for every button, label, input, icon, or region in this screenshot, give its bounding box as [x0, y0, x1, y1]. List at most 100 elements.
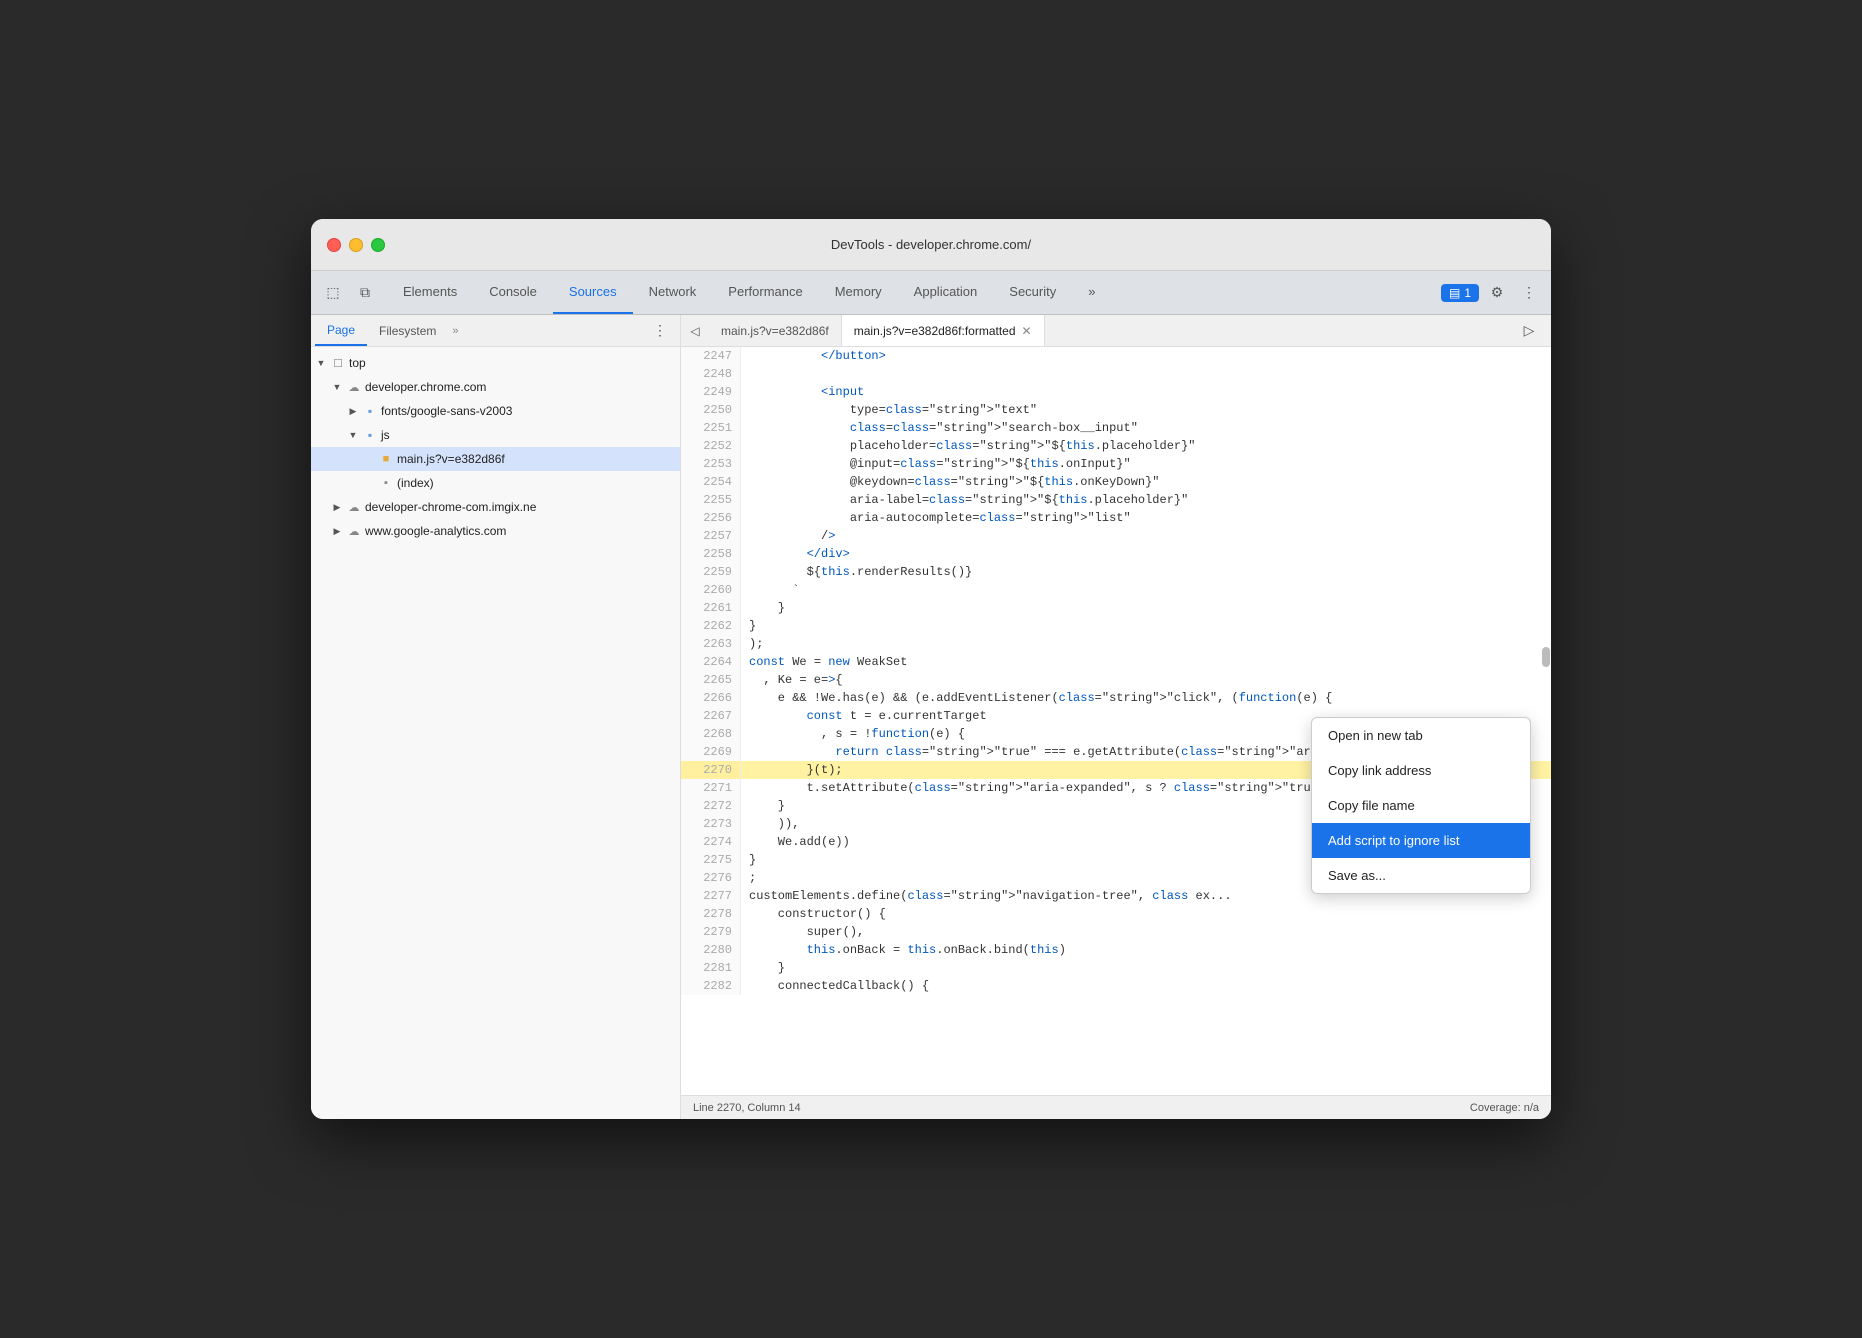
line-number: 2271: [681, 779, 741, 797]
editor-tab-main-js-formatted[interactable]: main.js?v=e382d86f:formatted ✕: [842, 315, 1045, 346]
tab-elements[interactable]: Elements: [387, 271, 473, 314]
line-code: }: [741, 617, 1551, 635]
line-number: 2248: [681, 365, 741, 383]
tree-label-fonts: fonts/google-sans-v2003: [381, 404, 512, 418]
line-number: 2255: [681, 491, 741, 509]
tree-item-js[interactable]: ▼ ▪ js: [311, 423, 680, 447]
tree-item-imgix[interactable]: ▶ ☁ developer-chrome-com.imgix.ne: [311, 495, 680, 519]
toggle-developer-chrome[interactable]: ▼: [331, 381, 343, 393]
line-number: 2257: [681, 527, 741, 545]
tab-application[interactable]: Application: [898, 271, 994, 314]
tree-label-developer-chrome: developer.chrome.com: [365, 380, 486, 394]
minimize-button[interactable]: [349, 238, 363, 252]
tab-security[interactable]: Security: [993, 271, 1072, 314]
tree-item-top[interactable]: ▼ ☐ top: [311, 351, 680, 375]
line-code: aria-autocomplete=class="string">"list": [741, 509, 1551, 527]
line-code: [741, 365, 1551, 383]
line-number: 2264: [681, 653, 741, 671]
line-code: @keydown=class="string">"${this.onKeyDow…: [741, 473, 1551, 491]
editor-tab-main-js-raw[interactable]: main.js?v=e382d86f: [709, 315, 842, 346]
toggle-fonts[interactable]: ▶: [347, 405, 359, 417]
line-number: 2249: [681, 383, 741, 401]
close-button[interactable]: [327, 238, 341, 252]
line-code: class=class="string">"search-box__input": [741, 419, 1551, 437]
line-number: 2258: [681, 545, 741, 563]
toggle-ga[interactable]: ▶: [331, 525, 343, 537]
toggle-imgix[interactable]: ▶: [331, 501, 343, 513]
settings-icon[interactable]: ⚙: [1483, 279, 1511, 307]
line-code: e && !We.has(e) && (e.addEventListener(c…: [741, 689, 1551, 707]
line-code: @input=class="string">"${this.onInput}": [741, 455, 1551, 473]
line-code: </button>: [741, 347, 1551, 365]
line-number: 2270: [681, 761, 741, 779]
inspect-icon[interactable]: ⬚: [319, 279, 347, 307]
tab-network[interactable]: Network: [633, 271, 713, 314]
tree-label-main-js: main.js?v=e382d86f: [397, 452, 505, 466]
context-menu-copy-filename[interactable]: Copy file name: [1312, 788, 1530, 823]
line-code: }: [741, 599, 1551, 617]
line-number: 2253: [681, 455, 741, 473]
device-icon[interactable]: ⧉: [351, 279, 379, 307]
tree-item-developer-chrome-com[interactable]: ▼ ☁ developer.chrome.com: [311, 375, 680, 399]
console-badge[interactable]: ▤ 1: [1441, 284, 1479, 302]
line-number: 2281: [681, 959, 741, 977]
titlebar: DevTools - developer.chrome.com/: [311, 219, 1551, 271]
line-number: 2273: [681, 815, 741, 833]
line-code: type=class="string">"text": [741, 401, 1551, 419]
toggle-top[interactable]: ▼: [315, 357, 327, 369]
tree-label-top: top: [349, 356, 366, 370]
toggle-main-js: [363, 453, 375, 465]
tab-more[interactable]: »: [1072, 271, 1111, 314]
line-code: this.onBack = this.onBack.bind(this): [741, 941, 1551, 959]
status-position: Line 2270, Column 14: [693, 1102, 801, 1114]
line-number: 2280: [681, 941, 741, 959]
tab-console[interactable]: Console: [473, 271, 553, 314]
tab-memory[interactable]: Memory: [819, 271, 898, 314]
line-number: 2254: [681, 473, 741, 491]
sidebar-tab-page[interactable]: Page: [315, 315, 367, 346]
line-number: 2272: [681, 797, 741, 815]
collapse-icon[interactable]: ▷: [1515, 317, 1543, 345]
editor-toggle-left[interactable]: ◁: [681, 317, 709, 345]
tree-item-ga[interactable]: ▶ ☁ www.google-analytics.com: [311, 519, 680, 543]
tree-item-index[interactable]: ▪ (index): [311, 471, 680, 495]
context-menu-copy-link[interactable]: Copy link address: [1312, 753, 1530, 788]
context-menu: Open in new tab Copy link address Copy f…: [1311, 717, 1531, 894]
context-menu-add-ignore[interactable]: Add script to ignore list: [1312, 823, 1530, 858]
folder-icon-fonts: ▪: [362, 403, 378, 419]
line-number: 2251: [681, 419, 741, 437]
sidebar-actions: ⋮: [648, 319, 676, 343]
file-tree: ▼ ☐ top ▼ ☁ developer.chrome.com ▶ ▪ fon…: [311, 347, 680, 1119]
tree-label-ga: www.google-analytics.com: [365, 524, 506, 538]
line-code: connectedCallback() {: [741, 977, 1551, 995]
scrollbar[interactable]: [1542, 647, 1550, 667]
line-number: 2267: [681, 707, 741, 725]
sidebar-action-more[interactable]: ⋮: [648, 319, 672, 343]
line-code: ${this.renderResults()}: [741, 563, 1551, 581]
tree-item-fonts[interactable]: ▶ ▪ fonts/google-sans-v2003: [311, 399, 680, 423]
context-menu-open-new-tab[interactable]: Open in new tab: [1312, 718, 1530, 753]
line-code: const We = new WeakSet: [741, 653, 1551, 671]
sidebar-tab-more[interactable]: »: [452, 325, 458, 337]
sidebar-tab-filesystem[interactable]: Filesystem: [367, 315, 448, 346]
traffic-lights: [327, 238, 385, 252]
tab-performance[interactable]: Performance: [712, 271, 818, 314]
line-number: 2261: [681, 599, 741, 617]
main-content: Page Filesystem » ⋮ ▼ ☐ top ▼: [311, 315, 1551, 1119]
tab-sources[interactable]: Sources: [553, 271, 633, 314]
line-number: 2279: [681, 923, 741, 941]
line-code: }: [741, 959, 1551, 977]
context-menu-save-as[interactable]: Save as...: [1312, 858, 1530, 893]
statusbar: Line 2270, Column 14 Coverage: n/a: [681, 1095, 1551, 1119]
more-icon[interactable]: ⋮: [1515, 279, 1543, 307]
badge-count: 1: [1464, 286, 1471, 300]
cloud-icon-imgix: ☁: [346, 499, 362, 515]
line-code: />: [741, 527, 1551, 545]
toggle-js[interactable]: ▼: [347, 429, 359, 441]
tree-item-main-js[interactable]: ■ main.js?v=e382d86f: [311, 447, 680, 471]
line-number: 2262: [681, 617, 741, 635]
maximize-button[interactable]: [371, 238, 385, 252]
editor-tab-close[interactable]: ✕: [1022, 324, 1032, 338]
editor-tab-label-raw: main.js?v=e382d86f: [721, 324, 829, 338]
code-container[interactable]: 2247 </button>22482249 <input2250 type=c…: [681, 347, 1551, 1095]
